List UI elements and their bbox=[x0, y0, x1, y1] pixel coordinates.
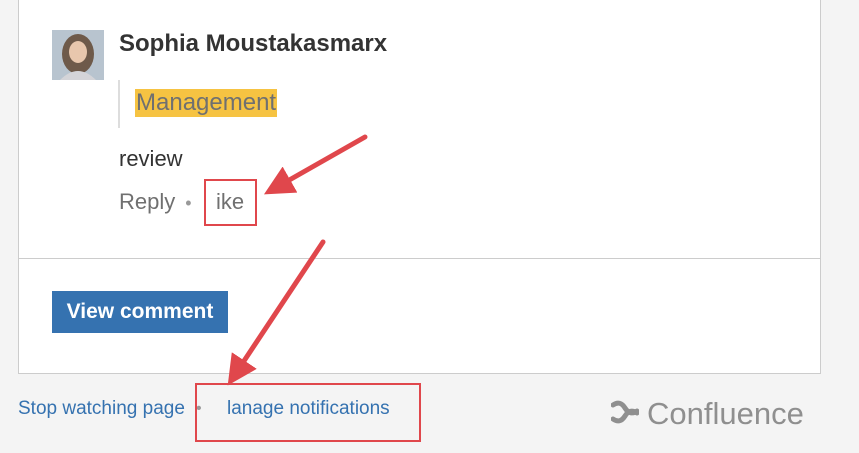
quoted-text: Management bbox=[135, 89, 278, 117]
confluence-logo-icon bbox=[610, 398, 640, 431]
stop-watching-link[interactable]: Stop watching page bbox=[18, 398, 185, 420]
view-comment-button[interactable]: View comment bbox=[52, 291, 228, 333]
quote-bar bbox=[118, 80, 120, 128]
like-link[interactable]: ike bbox=[216, 189, 244, 215]
comment-actions: Reply • bbox=[119, 189, 202, 215]
avatar[interactable] bbox=[52, 30, 104, 80]
comment-author[interactable]: Sophia Moustakasmarx bbox=[119, 30, 387, 58]
annotation-box-manage bbox=[195, 383, 421, 442]
action-separator: • bbox=[185, 193, 192, 213]
comment-body: review bbox=[119, 146, 183, 171]
brand-name: Confluence bbox=[647, 396, 804, 431]
confluence-brand[interactable]: Confluence bbox=[610, 396, 804, 432]
reply-link[interactable]: Reply bbox=[119, 189, 175, 214]
divider bbox=[19, 258, 820, 259]
